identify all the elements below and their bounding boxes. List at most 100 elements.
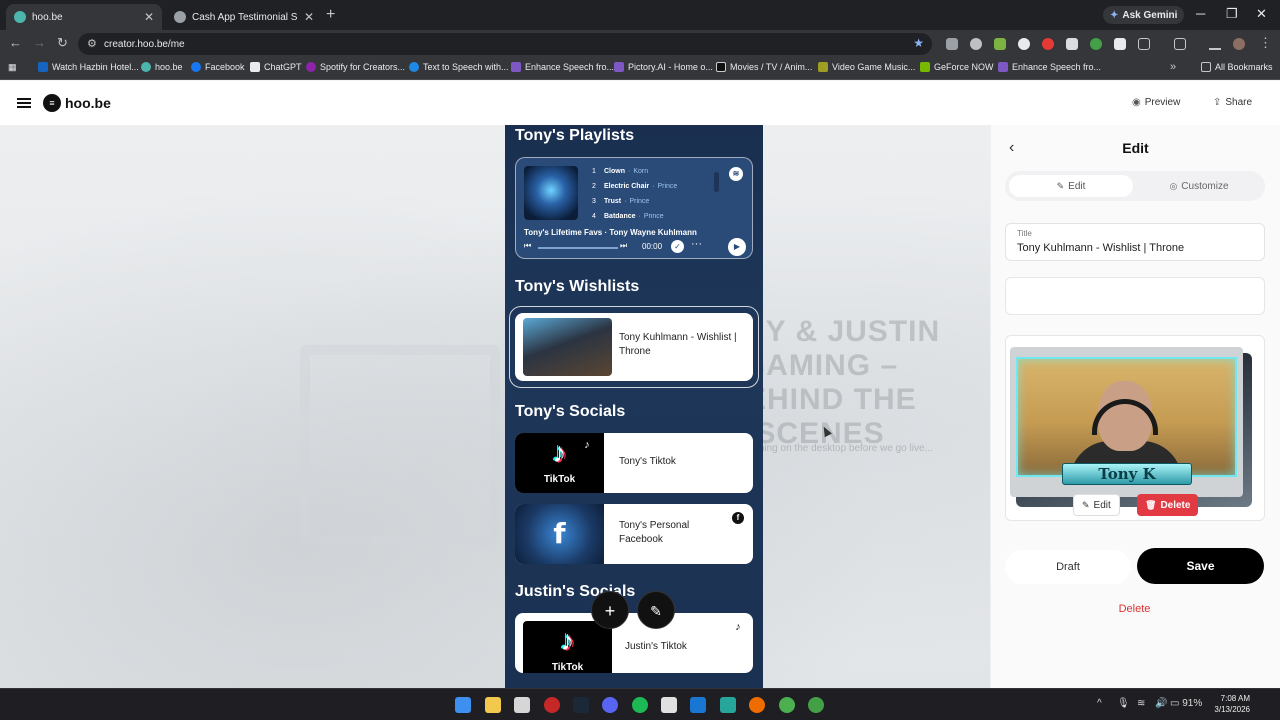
file-explorer-icon[interactable]: [485, 697, 501, 713]
track-row[interactable]: 4 Batdance · Prince: [592, 213, 664, 219]
more-options-icon[interactable]: ···: [691, 238, 702, 250]
extension-icon[interactable]: [946, 38, 958, 50]
extension-icon[interactable]: [994, 38, 1006, 50]
title-field[interactable]: Title Tony Kuhlmann - Wishlist | Throne: [1005, 223, 1265, 261]
app-icon[interactable]: [661, 697, 677, 713]
site-info-icon[interactable]: ⚙: [87, 37, 97, 50]
bookmark-item[interactable]: ChatGPT: [250, 62, 302, 72]
bookmark-star-icon[interactable]: ★: [913, 36, 924, 50]
image-edit-button[interactable]: ✎ Edit: [1073, 494, 1120, 516]
image-delete-button[interactable]: 🗑 Delete: [1137, 494, 1199, 516]
forward-icon[interactable]: →: [33, 35, 46, 50]
profile-avatar[interactable]: [1233, 38, 1245, 50]
playback-time: 00:00: [642, 242, 663, 251]
app-icon[interactable]: [544, 697, 560, 713]
back-icon[interactable]: ←: [9, 35, 22, 50]
steam-icon[interactable]: [573, 697, 589, 713]
address-bar[interactable]: ⚙ creator.hoo.be/me ★: [78, 33, 932, 55]
extensions-puzzle-icon[interactable]: [1138, 38, 1150, 50]
bookmark-item[interactable]: Movies / TV / Anim...: [716, 62, 812, 72]
menu-kebab-icon[interactable]: ⋮: [1259, 35, 1272, 51]
new-tab-icon[interactable]: +: [326, 6, 335, 24]
bookmark-item[interactable]: Watch Hazbin Hotel...: [38, 62, 139, 72]
close-icon[interactable]: ✕: [304, 10, 314, 24]
track-row[interactable]: 2 Electric Chair · Prince: [592, 183, 677, 190]
chevron-up-icon[interactable]: ^: [1097, 698, 1102, 709]
extension-icon[interactable]: [1018, 38, 1030, 50]
spotify-playlist-embed[interactable]: ≋ 1 Clown · Korn 2 Electric Chair · Prince 3 Tr…: [515, 157, 753, 259]
clock[interactable]: 7:08 AM 3/13/2026: [1208, 693, 1250, 715]
url-field[interactable]: [1005, 277, 1265, 315]
windows-start-icon[interactable]: [455, 697, 471, 713]
minimize-icon[interactable]: ─: [1196, 6, 1205, 21]
extension-icon[interactable]: [1042, 38, 1054, 50]
edit-layout-button[interactable]: ✎: [637, 591, 675, 629]
saved-check-icon[interactable]: ✓: [671, 240, 684, 253]
reload-icon[interactable]: ↻: [57, 35, 68, 51]
bookmark-item[interactable]: Enhance Speech fro...: [511, 62, 614, 72]
app-icon[interactable]: [720, 697, 736, 713]
play-icon[interactable]: ▶: [728, 238, 746, 256]
track-number: 2: [592, 183, 596, 190]
tab-cash-app[interactable]: Cash App Testimonial Suggesti ✕: [166, 4, 322, 30]
previous-track-icon[interactable]: ⏮: [524, 241, 531, 251]
extension-icon[interactable]: [1066, 38, 1078, 50]
delete-block-link[interactable]: Delete: [991, 603, 1278, 615]
facebook-link-card[interactable]: f f Tony's Personal Facebook: [515, 504, 753, 564]
tab-search-icon[interactable]: [1174, 38, 1186, 50]
track-row[interactable]: 3 Trust · Prince: [592, 198, 649, 205]
chevron-right-icon[interactable]: »: [1170, 61, 1176, 73]
microphone-icon[interactable]: 🎙: [1117, 698, 1130, 709]
bookmark-item[interactable]: Facebook: [191, 62, 245, 72]
next-track-icon[interactable]: ⏭: [620, 241, 627, 251]
playlist-scrollbar[interactable]: [714, 172, 719, 192]
all-bookmarks[interactable]: All Bookmarks: [1201, 62, 1273, 72]
bookmark-item[interactable]: Pictory.AI - Home o...: [614, 62, 713, 72]
justin-tiktok-link-card[interactable]: ♪ TikTok ♪ Justin's Tiktok: [515, 613, 753, 673]
hoobe-logo-icon[interactable]: ≡: [43, 94, 61, 112]
chrome-icon[interactable]: [779, 697, 795, 713]
volume-icon[interactable]: 🔊: [1155, 698, 1167, 709]
bookmark-item[interactable]: Text to Speech with...: [409, 62, 509, 72]
app-logo[interactable]: hoo.be: [65, 95, 111, 111]
save-button[interactable]: Save: [1137, 548, 1264, 584]
app-icon[interactable]: [690, 697, 706, 713]
bookmark-item[interactable]: Spotify for Creators...: [306, 62, 405, 72]
bookmark-item[interactable]: Video Game Music...: [818, 62, 915, 72]
tab-customize[interactable]: ◎ Customize: [1137, 175, 1261, 197]
webcam-nameplate: Tony K: [1062, 463, 1192, 485]
section-title-playlists: Tony's Playlists: [515, 127, 635, 144]
tab-edit[interactable]: ✎ Edit: [1009, 175, 1133, 197]
download-icon[interactable]: [1209, 38, 1221, 50]
track-row[interactable]: 1 Clown · Korn: [592, 168, 648, 175]
title-field-value[interactable]: Tony Kuhlmann - Wishlist | Throne: [1017, 242, 1184, 254]
hamburger-menu-icon[interactable]: [17, 98, 31, 108]
app-icon[interactable]: [749, 697, 765, 713]
close-icon[interactable]: ✕: [144, 10, 154, 24]
battery-indicator[interactable]: ▭ 91%: [1170, 698, 1202, 709]
extension-icon[interactable]: [1114, 38, 1126, 50]
restore-icon[interactable]: ❐: [1226, 6, 1238, 22]
add-block-button[interactable]: +: [591, 591, 629, 629]
tab-hoobe[interactable]: hoo.be ✕: [6, 4, 162, 30]
bookmark-item[interactable]: hoo.be: [141, 62, 183, 72]
bookmark-item[interactable]: GeForce NOW: [920, 62, 994, 72]
chrome-icon[interactable]: [808, 697, 824, 713]
spotify-icon[interactable]: ≋: [729, 167, 743, 181]
apps-grid-icon[interactable]: ▦: [8, 62, 17, 73]
draft-button[interactable]: Draft: [1005, 550, 1131, 584]
share-button[interactable]: ⇪ Share: [1213, 97, 1252, 108]
store-icon[interactable]: [514, 697, 530, 713]
spotify-icon[interactable]: [632, 697, 648, 713]
extension-icon[interactable]: [1090, 38, 1102, 50]
wishlist-link-card[interactable]: Tony Kuhlmann - Wishlist | Throne: [515, 313, 753, 381]
extension-icon[interactable]: [970, 38, 982, 50]
wifi-icon[interactable]: ≋: [1137, 698, 1145, 709]
progress-bar[interactable]: [538, 247, 618, 249]
tiktok-link-card[interactable]: ♪ TikTok ♪ Tony's Tiktok: [515, 433, 753, 493]
preview-button[interactable]: ◉ Preview: [1132, 97, 1180, 108]
window-close-icon[interactable]: ✕: [1256, 6, 1267, 22]
bookmark-item[interactable]: Enhance Speech fro...: [998, 62, 1101, 72]
discord-icon[interactable]: [602, 697, 618, 713]
ask-gemini-button[interactable]: ✦ Ask Gemini: [1103, 6, 1185, 24]
